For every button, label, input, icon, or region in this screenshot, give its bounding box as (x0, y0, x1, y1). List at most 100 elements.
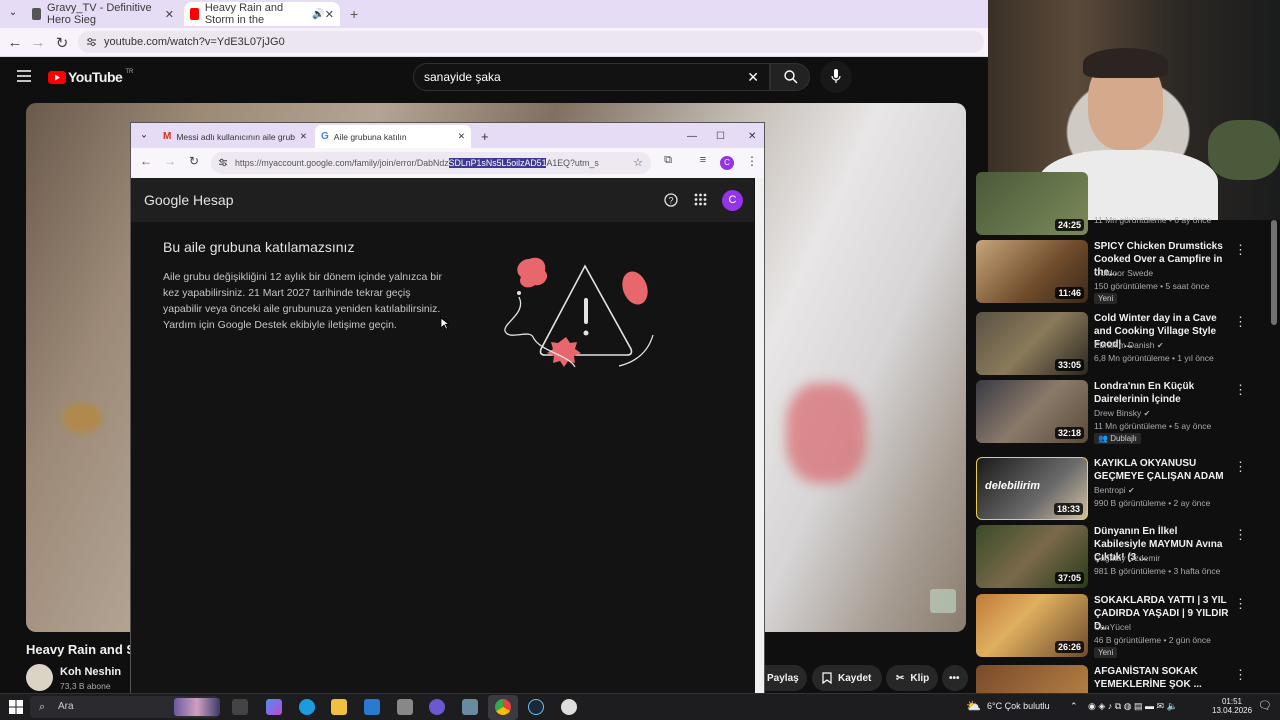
mail-icon[interactable] (364, 699, 380, 715)
tray-overflow-icon[interactable]: ⌃ (1070, 701, 1078, 712)
video-title[interactable]: Londra'nın En Küçük Dairelerinin İçinde (1094, 380, 1230, 406)
video-thumbnail[interactable]: delebilirim 18:33 (976, 457, 1088, 520)
steam-icon[interactable] (528, 699, 544, 715)
close-icon[interactable]: ✕ (458, 131, 465, 142)
channel-name[interactable]: Ebrahim Danish ✔ (1094, 340, 1164, 350)
back-icon[interactable]: ← (137, 154, 155, 168)
url-input[interactable]: youtube.com/watch?v=YdE3L07jJG0 (78, 31, 984, 53)
app-icon[interactable] (462, 699, 478, 715)
more-options-icon[interactable]: ⋮ (1234, 459, 1247, 475)
minimize-button[interactable]: — (681, 125, 703, 148)
forward-icon[interactable]: → (161, 154, 179, 168)
profile-avatar[interactable]: C (720, 156, 734, 170)
video-title[interactable]: AFGANİSTAN SOKAK YEMEKLERİNE ŞOK ... (1094, 665, 1230, 691)
weather-icon[interactable]: ⛅ (966, 699, 981, 713)
new-tab-button[interactable]: + (344, 2, 364, 26)
menu-icon[interactable] (17, 70, 31, 82)
close-icon[interactable]: ✕ (300, 131, 307, 142)
clear-search-icon[interactable]: ✕ (747, 64, 759, 90)
tab-join-family[interactable]: G Aile grubuna katılın ✕ (315, 125, 471, 148)
more-options-icon[interactable]: ⋮ (1234, 242, 1247, 258)
speaker-icon[interactable]: 🔊 (312, 9, 324, 20)
account-avatar[interactable]: C (722, 190, 743, 211)
recommendation-item[interactable]: 32:18 Londra'nın En Küçük Dairelerinin İ… (976, 380, 1276, 444)
video-thumbnail[interactable] (976, 665, 1088, 693)
window-close-button[interactable]: ✕ (742, 125, 762, 148)
video-thumbnail[interactable]: 32:18 (976, 380, 1088, 443)
video-thumbnail[interactable]: 33:05 (976, 312, 1088, 375)
channel-name[interactable]: Bentropi ✔ (1094, 485, 1135, 495)
windows-start-icon[interactable] (9, 700, 23, 714)
tab-gmail[interactable]: M Messi adlı kullanıcının aile grub ✕ (157, 125, 313, 148)
help-icon[interactable]: ? (664, 193, 678, 207)
more-options-icon[interactable]: ⋮ (1234, 527, 1247, 543)
back-icon[interactable]: ← (6, 34, 24, 51)
video-title[interactable]: KAYIKLA OKYANUSU GEÇMEYE ÇALIŞAN ADAM (1094, 457, 1230, 483)
tab-gravy[interactable]: Gravy_TV - Definitive Hero Sieg ✕ (26, 2, 180, 26)
weather-text[interactable]: 6°C Çok bulutlu (987, 701, 1050, 711)
recommendation-item[interactable]: delebilirim 18:33 KAYIKLA OKYANUSU GEÇME… (976, 457, 1276, 521)
save-button[interactable]: Kaydet (812, 665, 882, 691)
video-thumbnail[interactable]: 26:26 (976, 594, 1088, 657)
reload-icon[interactable]: ↻ (185, 154, 203, 168)
video-thumbnail[interactable]: 24:25 (976, 172, 1088, 235)
tab-list-button[interactable] (4, 2, 22, 26)
recommendation-item[interactable]: 24:25 11 Mn görüntüleme • 6 ay önce (976, 172, 1276, 235)
more-actions-button[interactable]: ••• (942, 665, 968, 691)
recommendations-scrollbar[interactable] (1271, 220, 1277, 325)
site-info-icon[interactable] (86, 37, 97, 47)
taskbar-search-box[interactable]: ⌕ Ara (30, 696, 220, 718)
google-account-logo[interactable]: Google Hesap (144, 192, 234, 208)
video-thumbnail[interactable]: 37:05 (976, 525, 1088, 588)
site-info-icon[interactable] (218, 158, 228, 167)
channel-name[interactable]: Drew Binsky ✔ (1094, 408, 1150, 418)
browser-menu-icon[interactable]: ⋮ (743, 154, 761, 168)
close-icon[interactable]: ✕ (325, 8, 334, 21)
obs-icon[interactable] (561, 699, 577, 715)
recommendation-item[interactable]: AFGANİSTAN SOKAK YEMEKLERİNE ŞOK ... ⋮ (976, 665, 1276, 693)
task-view-icon[interactable] (232, 699, 248, 715)
tab-heavy-rain[interactable]: Heavy Rain and Storm in the 🔊 ✕ (184, 2, 340, 26)
notification-icon[interactable]: 🗨 (1258, 699, 1272, 712)
extensions-icon[interactable]: ⧉ (659, 154, 677, 167)
more-options-icon[interactable]: ⋮ (1234, 667, 1247, 683)
popup-scrollbar[interactable] (755, 178, 764, 697)
url-input[interactable]: https://myaccount.google.com/family/join… (211, 152, 651, 174)
forward-icon[interactable]: → (29, 34, 47, 51)
youtube-play-icon (48, 70, 66, 84)
media-controls-icon[interactable]: ≡ (694, 154, 712, 166)
voice-search-button[interactable] (820, 61, 852, 93)
edge-icon[interactable] (299, 699, 315, 715)
more-options-icon[interactable]: ⋮ (1234, 596, 1247, 612)
youtube-logo[interactable]: YouTube TR (48, 69, 133, 85)
channel-name[interactable]: Çağatay Özdemir (1094, 553, 1160, 563)
clock[interactable]: 01:51 13.04.2026 (1212, 697, 1252, 715)
search-button[interactable] (770, 63, 810, 91)
discord-icon[interactable] (429, 699, 445, 715)
more-options-icon[interactable]: ⋮ (1234, 382, 1247, 398)
maximize-button[interactable]: ☐ (710, 125, 731, 148)
apps-grid-icon[interactable] (694, 193, 707, 206)
tray-icons[interactable]: ◉ ◈ ♪ ⧉ ◍ ▤ ▬ ✉ 🔈 (1088, 701, 1178, 712)
recommendation-item[interactable]: 26:26 SOKAKLARDA YATTI | 3 YIL ÇADIRDA Y… (976, 594, 1276, 658)
copilot-icon[interactable] (266, 699, 282, 715)
video-thumbnail[interactable]: 11:46 (976, 240, 1088, 303)
file-explorer-icon[interactable] (331, 699, 347, 715)
tab-list-button[interactable] (135, 125, 153, 148)
recommendation-item[interactable]: 33:05 Cold Winter day in a Cave and Cook… (976, 312, 1276, 376)
channel-avatar[interactable] (26, 664, 53, 691)
bookmark-star-icon[interactable]: ☆ (633, 152, 643, 174)
reload-icon[interactable]: ↻ (53, 34, 71, 52)
channel-name[interactable]: Koh Neshin (60, 666, 121, 678)
recommendation-item[interactable]: 11:46 SPICY Chicken Drumsticks Cooked Ov… (976, 240, 1276, 304)
recommendation-item[interactable]: 37:05 Dünyanın En İlkel Kabilesiyle MAYM… (976, 525, 1276, 589)
more-options-icon[interactable]: ⋮ (1234, 314, 1247, 330)
close-icon[interactable]: ✕ (165, 8, 174, 21)
search-input[interactable]: sanayide şaka ✕ (413, 63, 770, 91)
clip-button[interactable]: ✂ Klip (886, 665, 938, 691)
new-tab-button[interactable]: + (475, 125, 493, 148)
channel-name[interactable]: CanYücel (1094, 622, 1131, 632)
chrome-icon[interactable] (495, 699, 511, 715)
app-icon[interactable] (397, 699, 413, 715)
channel-name[interactable]: Outdoor Swede (1094, 268, 1153, 278)
